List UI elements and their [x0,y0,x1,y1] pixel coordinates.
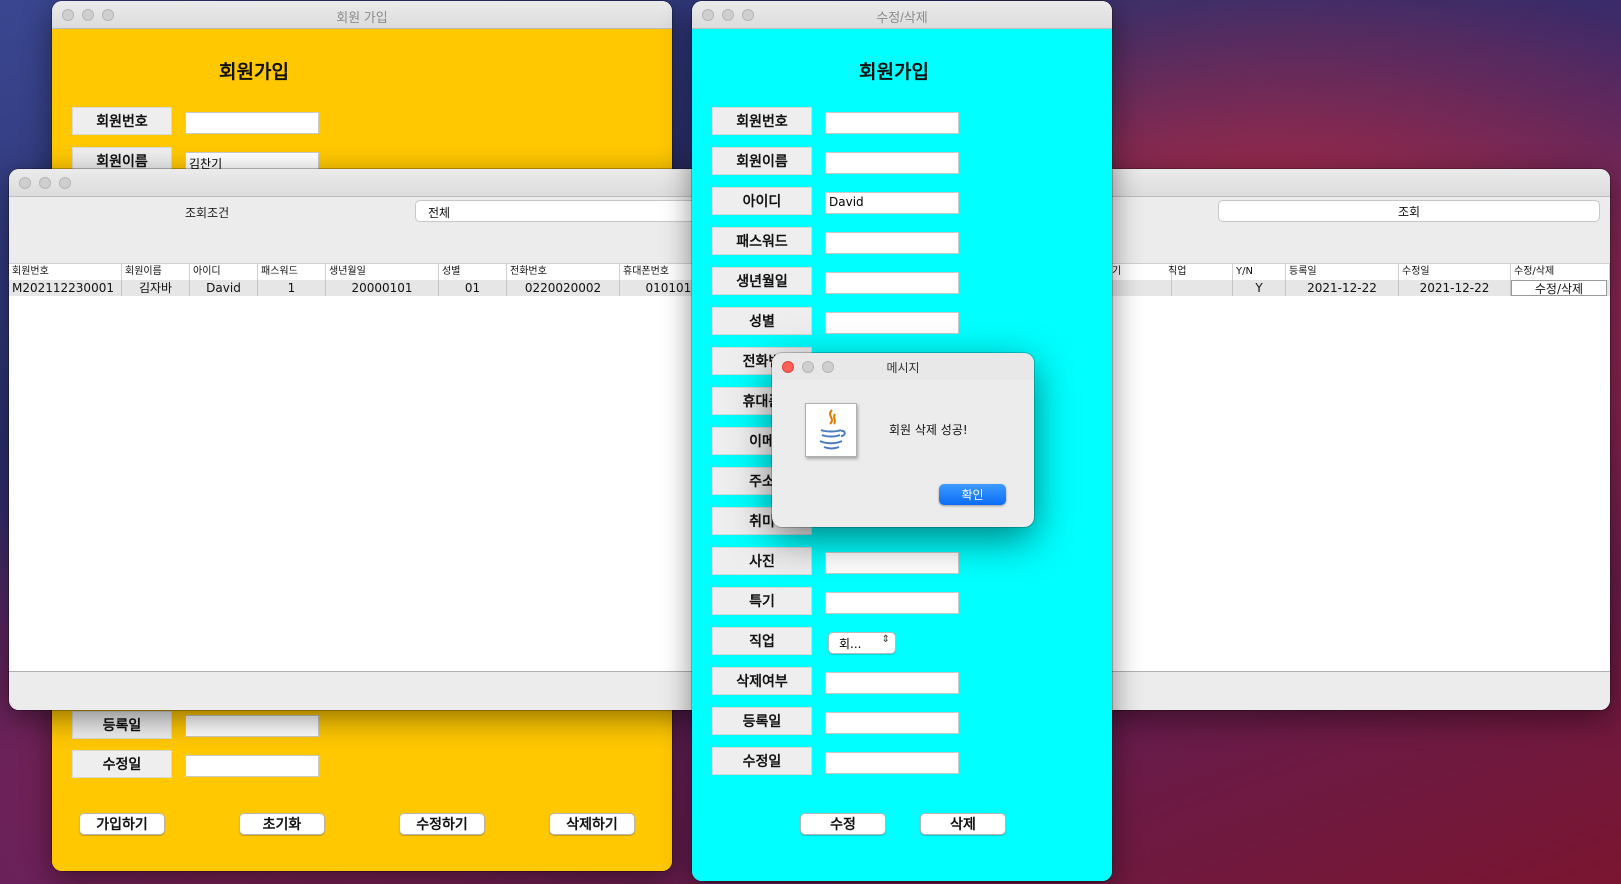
zoom-button[interactable] [59,177,71,189]
reg-date-label: 등록일 [72,711,172,739]
column-header[interactable]: Y/N [1233,264,1286,280]
column-header[interactable]: 직업 [1165,264,1233,280]
cell-gender[interactable]: 01 [439,280,507,296]
cell-birth[interactable]: 20000101 [326,280,439,296]
edit-window-title: 수정/삭제 [876,10,928,25]
edit-heading: 회원가입 [859,61,929,83]
join-heading: 회원가입 [219,61,289,83]
job-select-value: 회... [839,637,862,651]
gender-field[interactable] [825,312,959,334]
user-id-label: 아이디 [712,187,812,215]
condition-label: 조회조건 [185,206,230,220]
updown-chevron-icon: ⇕ [881,634,890,645]
specialty-field[interactable] [825,592,959,614]
join-window-title: 회원 가입 [336,10,388,25]
cell-reg-date[interactable]: 2021-12-22 [1286,280,1399,296]
delete-button[interactable]: 삭제하기 [549,813,635,835]
gender-label: 성별 [712,307,812,335]
member-name-field[interactable] [825,152,959,174]
column-header[interactable]: 생년월일 [326,264,439,280]
mod-date-field[interactable] [825,752,959,774]
dialog-titlebar[interactable]: 메시지 [772,353,1034,380]
query-button[interactable]: 조회 [1218,200,1600,222]
member-no-label: 회원번호 [72,107,172,135]
birth-field[interactable] [825,272,959,294]
dialog-title: 메시지 [886,361,920,375]
mod-date-label: 수정일 [712,747,812,775]
cell-member-name[interactable]: 김자바 [122,280,190,296]
column-header[interactable]: 전화번호 [507,264,620,280]
member-no-label: 회원번호 [712,107,812,135]
java-icon [805,403,857,457]
cell-job[interactable] [1165,280,1233,296]
job-select[interactable]: 회... ⇕ [828,632,896,654]
join-button[interactable]: 가입하기 [79,813,165,835]
member-name-label: 회원이름 [712,147,812,175]
delete-button[interactable]: 삭제 [920,813,1006,835]
deleted-label: 삭제여부 [712,667,812,695]
job-label: 직업 [712,627,812,655]
column-header[interactable]: 아이디 [190,264,258,280]
reset-button[interactable]: 초기화 [239,813,325,835]
column-header[interactable]: 성별 [439,264,507,280]
column-header[interactable]: 패스워드 [258,264,326,280]
ok-button[interactable]: 확인 [939,484,1006,505]
column-header[interactable]: 등록일 [1286,264,1399,280]
cell-user-id[interactable]: David [190,280,258,296]
message-dialog: 메시지 회원 삭제 성공! 확인 [772,353,1034,527]
condition-select[interactable]: 전체 [415,200,735,222]
cell-phone[interactable]: 0220020002 [507,280,620,296]
deleted-field[interactable] [825,672,959,694]
cell-specialty[interactable] [1109,280,1172,296]
user-id-field[interactable]: David [825,192,959,214]
birth-label: 생년월일 [712,267,812,295]
password-label: 패스워드 [712,227,812,255]
column-header[interactable]: 기 [1109,264,1172,280]
photo-label: 사진 [712,547,812,575]
mod-date-field[interactable] [185,755,319,777]
column-header[interactable]: 회원이름 [122,264,190,280]
column-header[interactable]: 회원번호 [9,264,122,280]
cell-deleted[interactable]: Y [1233,280,1286,296]
cell-password[interactable]: 1 [258,280,326,296]
reg-date-field[interactable] [825,712,959,734]
column-header[interactable]: 수정일 [1399,264,1511,280]
photo-field[interactable] [825,552,959,574]
reg-date-label: 등록일 [712,707,812,735]
password-field[interactable] [825,232,959,254]
member-no-field[interactable] [185,112,319,134]
modify-button[interactable]: 수정하기 [399,813,485,835]
specialty-label: 특기 [712,587,812,615]
edit-window-titlebar[interactable]: 수정/삭제 [692,1,1112,29]
minimize-button[interactable] [39,177,51,189]
close-button[interactable] [19,177,31,189]
cell-mod-date[interactable]: 2021-12-22 [1399,280,1511,296]
join-window-titlebar[interactable]: 회원 가입 [52,1,672,29]
dialog-message: 회원 삭제 성공! [889,423,968,437]
cell-member-no[interactable]: M202112230001 [9,280,122,296]
edit-delete-cell-button[interactable]: 수정/삭제 [1511,280,1607,296]
reg-date-field[interactable] [185,715,319,737]
member-no-field[interactable] [825,112,959,134]
modify-button[interactable]: 수정 [800,813,886,835]
column-header[interactable]: 수정/삭제 [1511,264,1610,280]
mod-date-label: 수정일 [72,750,172,778]
